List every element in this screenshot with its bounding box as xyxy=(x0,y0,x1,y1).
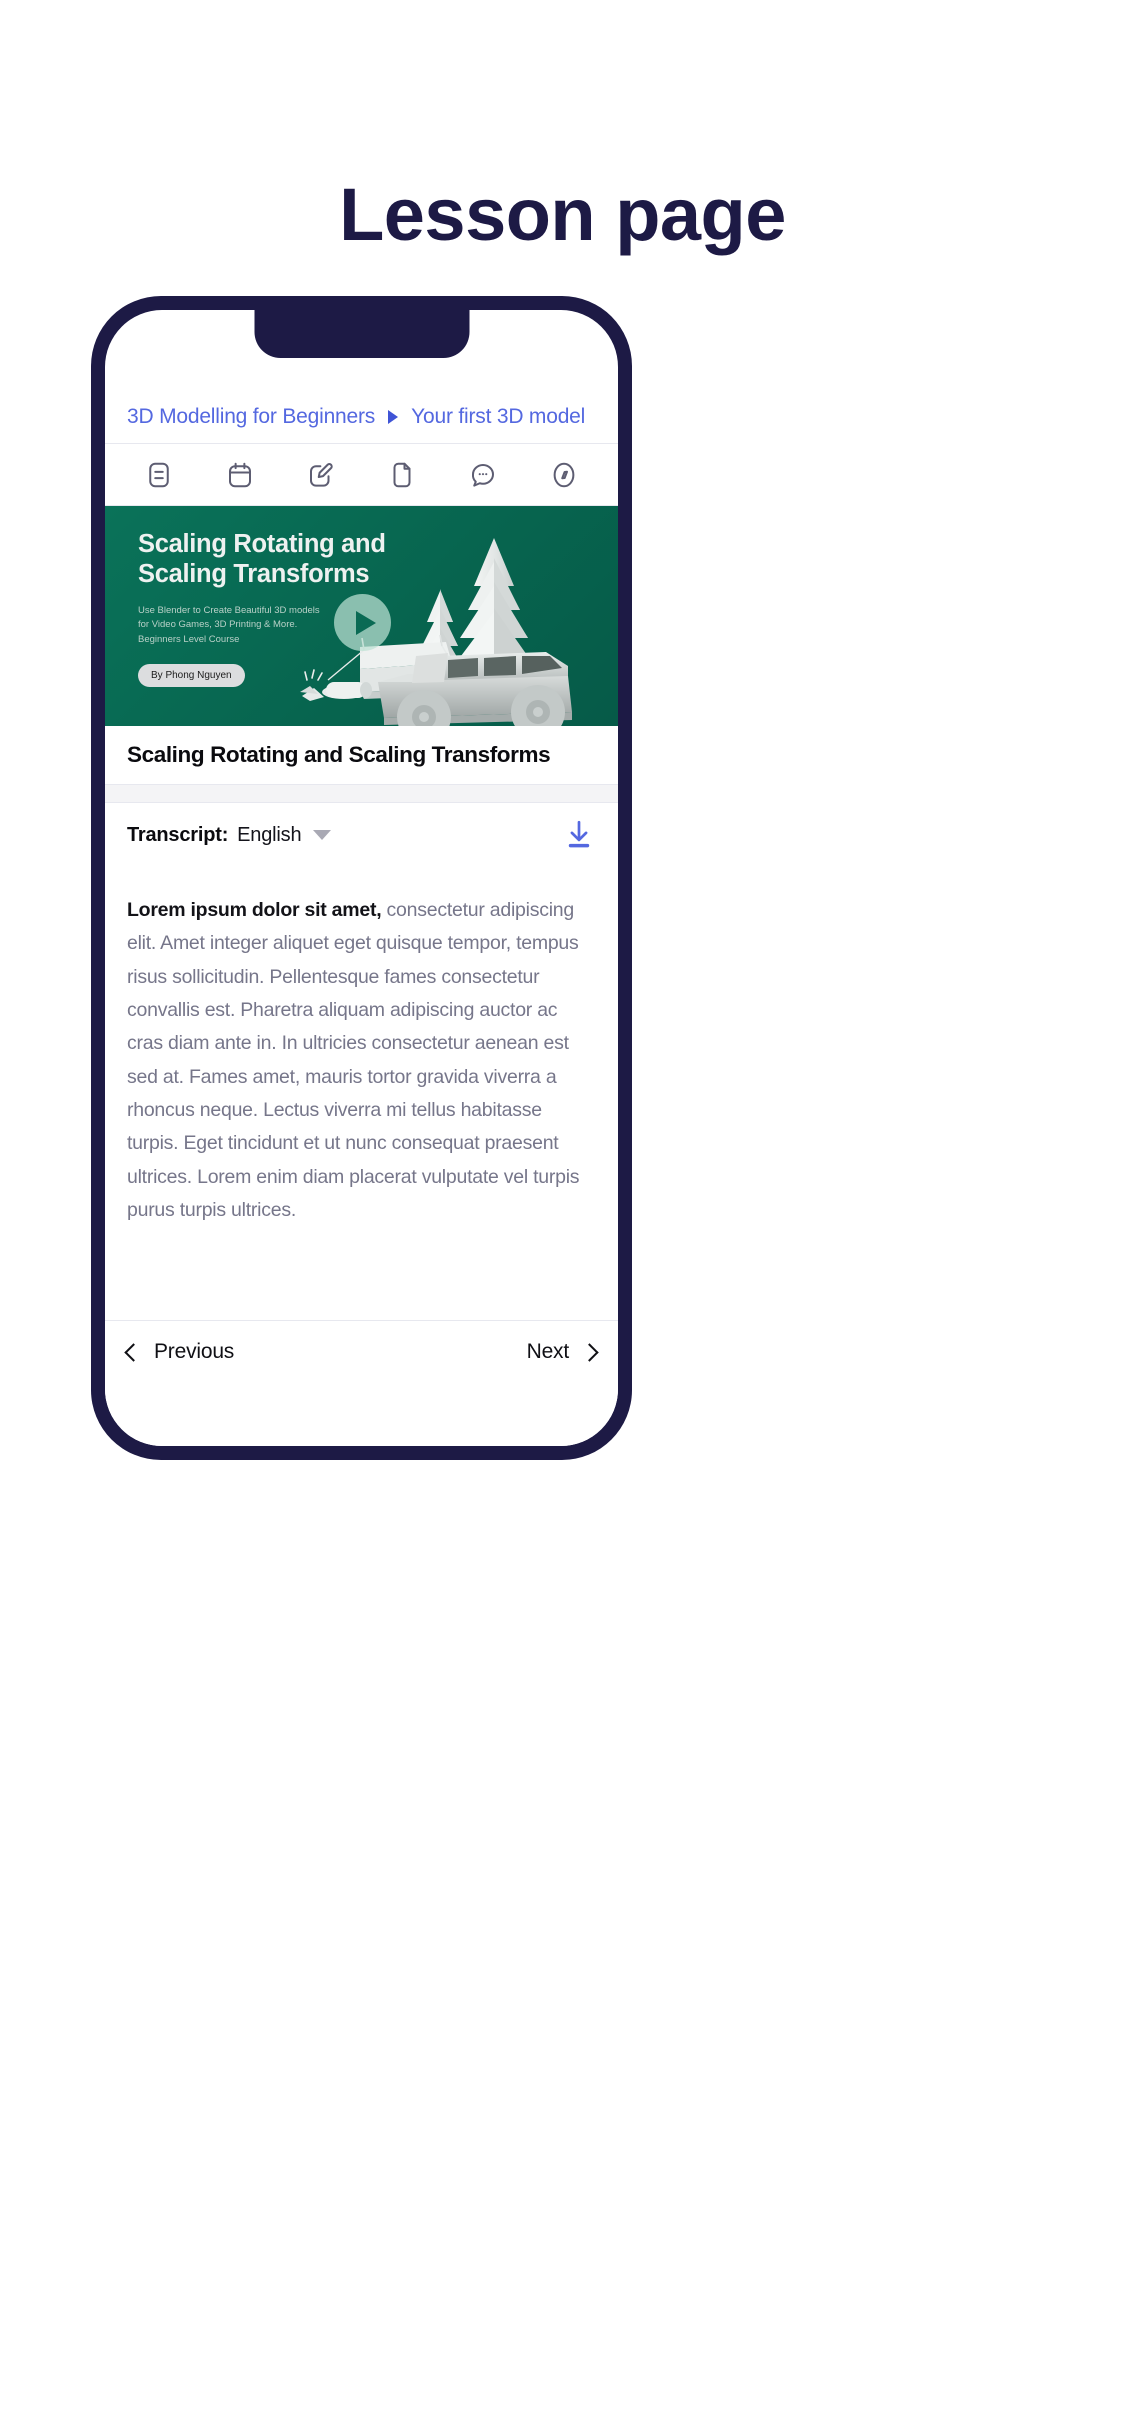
phone-notch xyxy=(254,310,469,358)
compass-icon[interactable] xyxy=(549,460,579,490)
edit-icon[interactable] xyxy=(306,460,336,490)
transcript-lead-text: Lorem ipsum dolor sit amet, xyxy=(127,899,382,921)
lesson-toolbar xyxy=(105,444,618,506)
play-button[interactable] xyxy=(334,594,391,651)
breadcrumb-course-link[interactable]: 3D Modelling for Beginners xyxy=(127,405,375,429)
lesson-title: Scaling Rotating and Scaling Transforms xyxy=(127,742,551,767)
lesson-title-row: Scaling Rotating and Scaling Transforms xyxy=(105,726,618,784)
section-divider-strip xyxy=(105,784,618,803)
chevron-left-icon xyxy=(124,1342,143,1362)
transcript-header: Transcript: English xyxy=(105,803,618,867)
next-button[interactable]: Next xyxy=(526,1340,599,1364)
breadcrumb: 3D Modelling for Beginners Your first 3D… xyxy=(105,391,618,444)
transcript-body: Lorem ipsum dolor sit amet, consectetur … xyxy=(105,867,618,1320)
file-icon[interactable] xyxy=(387,460,417,490)
play-icon xyxy=(355,610,376,635)
phone-screen: 3D Modelling for Beginners Your first 3D… xyxy=(105,310,618,1446)
transcript-rest-text: consectetur adipiscing elit. Amet intege… xyxy=(127,899,580,1222)
phone-device-frame: 3D Modelling for Beginners Your first 3D… xyxy=(91,296,632,1460)
breadcrumb-section-link[interactable]: Your first 3D model xyxy=(411,405,585,429)
list-icon[interactable] xyxy=(144,460,174,490)
lesson-pagination: Previous Next xyxy=(105,1320,618,1446)
next-label: Next xyxy=(526,1340,570,1363)
banner-title: Scaling Rotating and Scaling Transforms xyxy=(138,530,388,590)
author-badge: By Phong Nguyen xyxy=(138,663,245,687)
banner-title-line2: Scaling Transforms xyxy=(138,559,370,588)
video-banner[interactable]: Scaling Rotating and Scaling Transforms … xyxy=(105,506,618,726)
download-icon xyxy=(568,820,590,848)
banner-title-line1: Scaling Rotating and xyxy=(138,530,386,558)
transcript-language-value[interactable]: English xyxy=(237,824,301,847)
page-title: Lesson page xyxy=(339,173,786,256)
chat-icon[interactable] xyxy=(468,460,498,490)
chevron-right-icon xyxy=(580,1342,599,1362)
triangle-right-icon xyxy=(388,410,399,424)
chevron-down-icon[interactable] xyxy=(313,830,332,840)
previous-button[interactable]: Previous xyxy=(124,1340,235,1364)
transcript-paragraph: Lorem ipsum dolor sit amet, consectetur … xyxy=(127,894,596,1227)
transcript-label: Transcript: xyxy=(127,823,229,846)
calendar-icon[interactable] xyxy=(225,460,255,490)
previous-label: Previous xyxy=(154,1340,235,1363)
download-transcript-button[interactable] xyxy=(562,818,596,852)
